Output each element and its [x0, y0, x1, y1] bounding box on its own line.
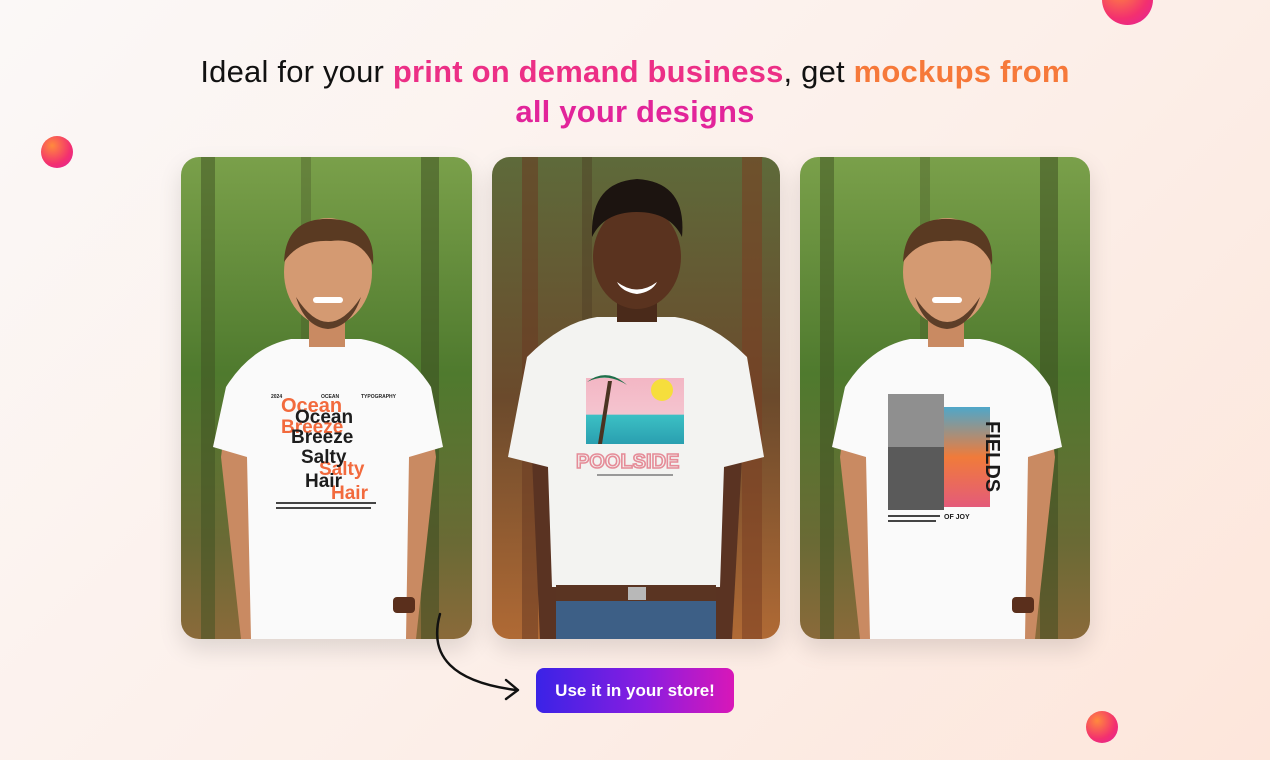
shirt-design-title: FIELDS	[981, 421, 1003, 492]
mockup-photo-1: 2024 OCEAN TYPOGRAPHY Ocean Ocean Breeze…	[181, 157, 472, 639]
headline-highlight-print-on-demand: print on demand business	[392, 54, 784, 89]
shirt-line-4: Hair	[305, 471, 343, 492]
headline-highlight-mockups: mockups from	[853, 54, 1070, 89]
shirt-line-3: Salty	[301, 447, 347, 468]
headline-highlight-designs: all your designs	[515, 94, 755, 129]
mockup-photo-3: FIELDS OF JOY	[800, 157, 1090, 639]
shirt-design-title: POOLSIDE	[576, 451, 679, 473]
page-headline: Ideal for your print on demand business,…	[130, 52, 1140, 132]
headline-text-2: , get	[783, 54, 854, 89]
shirt-design-subtitle: OF JOY	[944, 514, 970, 521]
mockup-image-ocean-breeze: 2024 OCEAN TYPOGRAPHY Ocean Ocean Breeze…	[181, 157, 472, 639]
shirt-line-2: Breeze	[291, 427, 353, 448]
decorative-dot-bottom-right	[1086, 711, 1118, 743]
mockup-photo-2: POOLSIDE	[492, 157, 780, 639]
decorative-dot-top-right	[1102, 0, 1153, 25]
headline-text-1: Ideal for your	[200, 54, 393, 89]
curved-arrow-icon	[435, 612, 520, 701]
mockup-image-fields-of-joy: FIELDS OF JOY	[800, 157, 1090, 639]
decorative-dot-left	[41, 136, 73, 168]
shirt-small-right: TYPOGRAPHY	[361, 394, 397, 400]
mockup-image-poolside: POOLSIDE	[492, 157, 780, 639]
use-in-store-button[interactable]: Use it in your store!	[536, 668, 734, 713]
